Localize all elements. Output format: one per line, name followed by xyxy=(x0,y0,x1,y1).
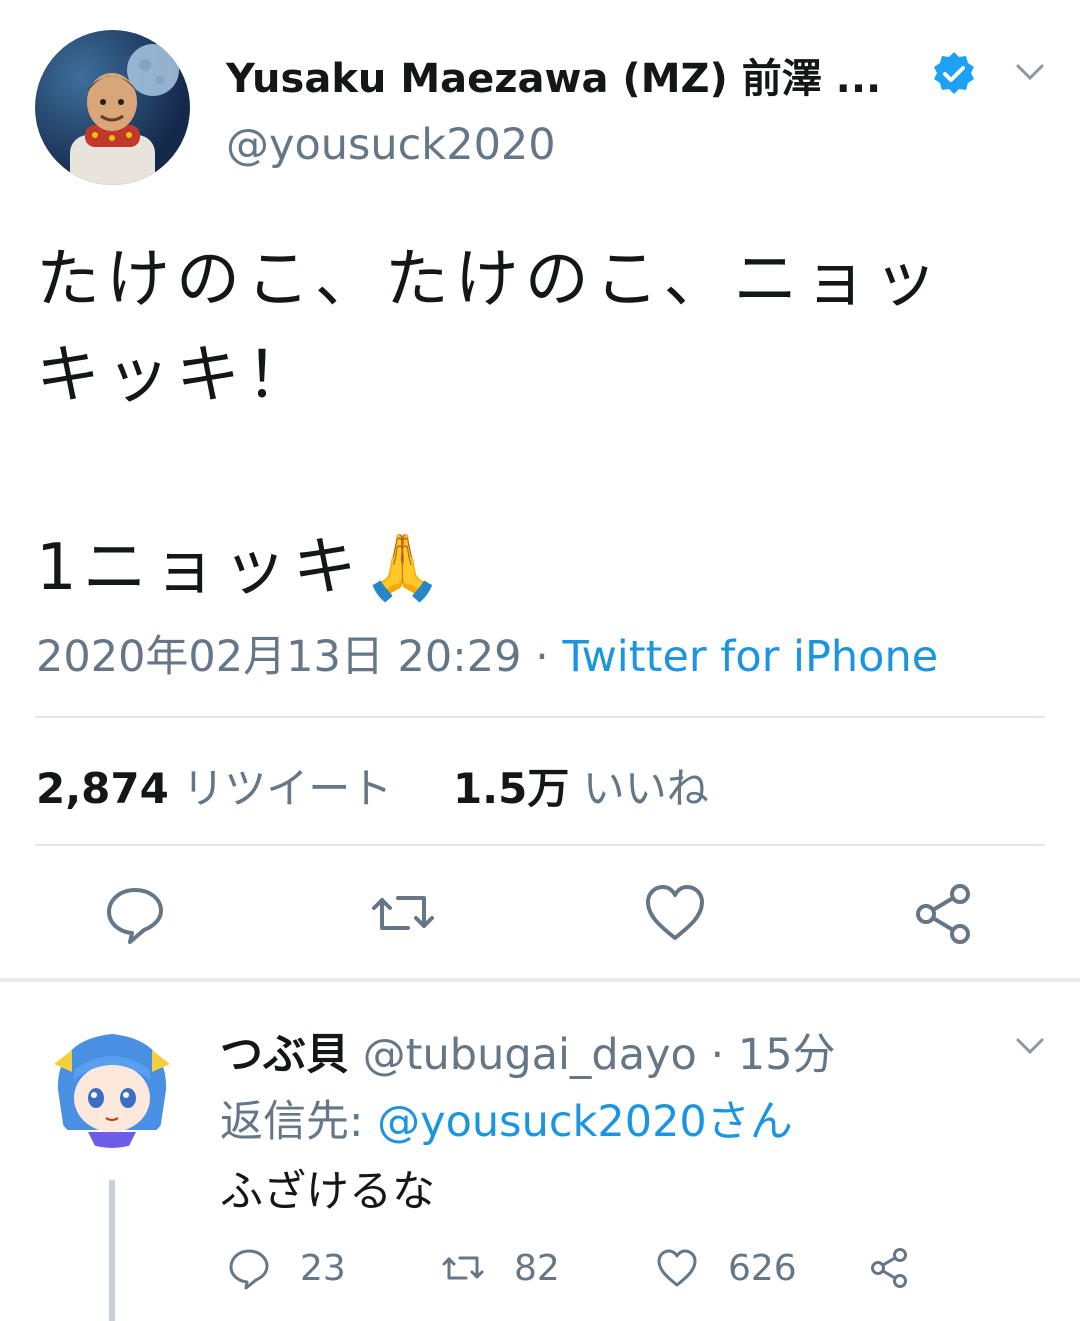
thread-line xyxy=(109,1180,115,1321)
tweet-timestamp: 2020年02月13日 20:29 xyxy=(36,632,522,682)
like-label[interactable]: いいね xyxy=(583,764,709,813)
retweet-label[interactable]: リツイート xyxy=(182,764,392,813)
author-handle[interactable]: @yousuck2020 xyxy=(226,120,556,170)
divider xyxy=(35,716,1045,718)
reply-retweet-button[interactable]: 82 xyxy=(440,1245,560,1291)
share-icon[interactable] xyxy=(908,878,978,948)
tweet-text-line: たけのこ、たけのこ、ニョッ xyxy=(36,243,944,317)
retweet-count[interactable]: 2,874 xyxy=(36,764,169,813)
divider xyxy=(35,844,1045,846)
tweet-source-link[interactable]: Twitter for iPhone xyxy=(562,632,938,682)
retweet-icon xyxy=(442,1256,484,1280)
tweet-text-line: 1ニョッキ🙏 xyxy=(36,531,449,605)
meta-separator: · xyxy=(521,632,563,682)
like-count[interactable]: 1.5万 xyxy=(453,764,569,813)
reply-avatar-image xyxy=(54,1034,170,1148)
reply-text: ふざけるな xyxy=(220,1167,435,1217)
reply-icon xyxy=(229,1249,269,1290)
tweet-meta: 2020年02月13日 20:29 · Twitter for iPhone xyxy=(36,622,938,684)
like-count-reply: 626 xyxy=(728,1247,797,1289)
reply-like-button[interactable]: 626 xyxy=(654,1245,797,1291)
reply-to-mention[interactable]: @yousuck2020さん xyxy=(377,1097,793,1147)
tweet-menu-chevron-down-icon[interactable] xyxy=(1010,58,1050,88)
author-avatar[interactable] xyxy=(35,30,190,185)
tweet-stats: 2,874 リツイート 1.5万 いいね xyxy=(36,755,709,816)
retweet-icon[interactable] xyxy=(368,878,438,948)
section-divider xyxy=(0,978,1080,982)
avatar-image xyxy=(70,44,179,185)
like-icon[interactable] xyxy=(640,878,710,948)
reply-header: つぶ貝 @tubugai_dayo · 15分 xyxy=(220,1020,836,1082)
reply-time: 15分 xyxy=(737,1030,836,1080)
reply-icon[interactable] xyxy=(100,878,170,948)
reply-to-label: 返信先: xyxy=(220,1097,378,1147)
reply-count: 23 xyxy=(300,1247,346,1289)
reply-author-handle[interactable]: @tubugai_dayo xyxy=(363,1030,697,1080)
tweet-text-line xyxy=(36,424,1046,520)
verified-badge-icon xyxy=(930,50,978,98)
tweet-text-line: キッキ！ xyxy=(36,339,316,413)
meta-separator: · xyxy=(696,1030,738,1080)
reply-share-button[interactable] xyxy=(866,1245,940,1291)
retweet-count-reply: 82 xyxy=(514,1247,560,1289)
like-icon xyxy=(657,1249,697,1287)
reply-author-avatar[interactable] xyxy=(48,1020,176,1148)
reply-reply-button[interactable]: 23 xyxy=(226,1245,346,1291)
reply-author-name[interactable]: つぶ貝 xyxy=(220,1030,349,1080)
share-icon xyxy=(871,1248,907,1288)
tweet-text: たけのこ、たけのこ、ニョッ キッキ！ 1ニョッキ🙏 xyxy=(36,232,1046,616)
author-display-name[interactable]: Yusaku Maezawa (MZ) 前澤 ... xyxy=(226,46,881,104)
reply-menu-chevron-down-icon[interactable] xyxy=(1010,1032,1050,1062)
reply-to-line: 返信先: @yousuck2020さん xyxy=(220,1087,793,1149)
